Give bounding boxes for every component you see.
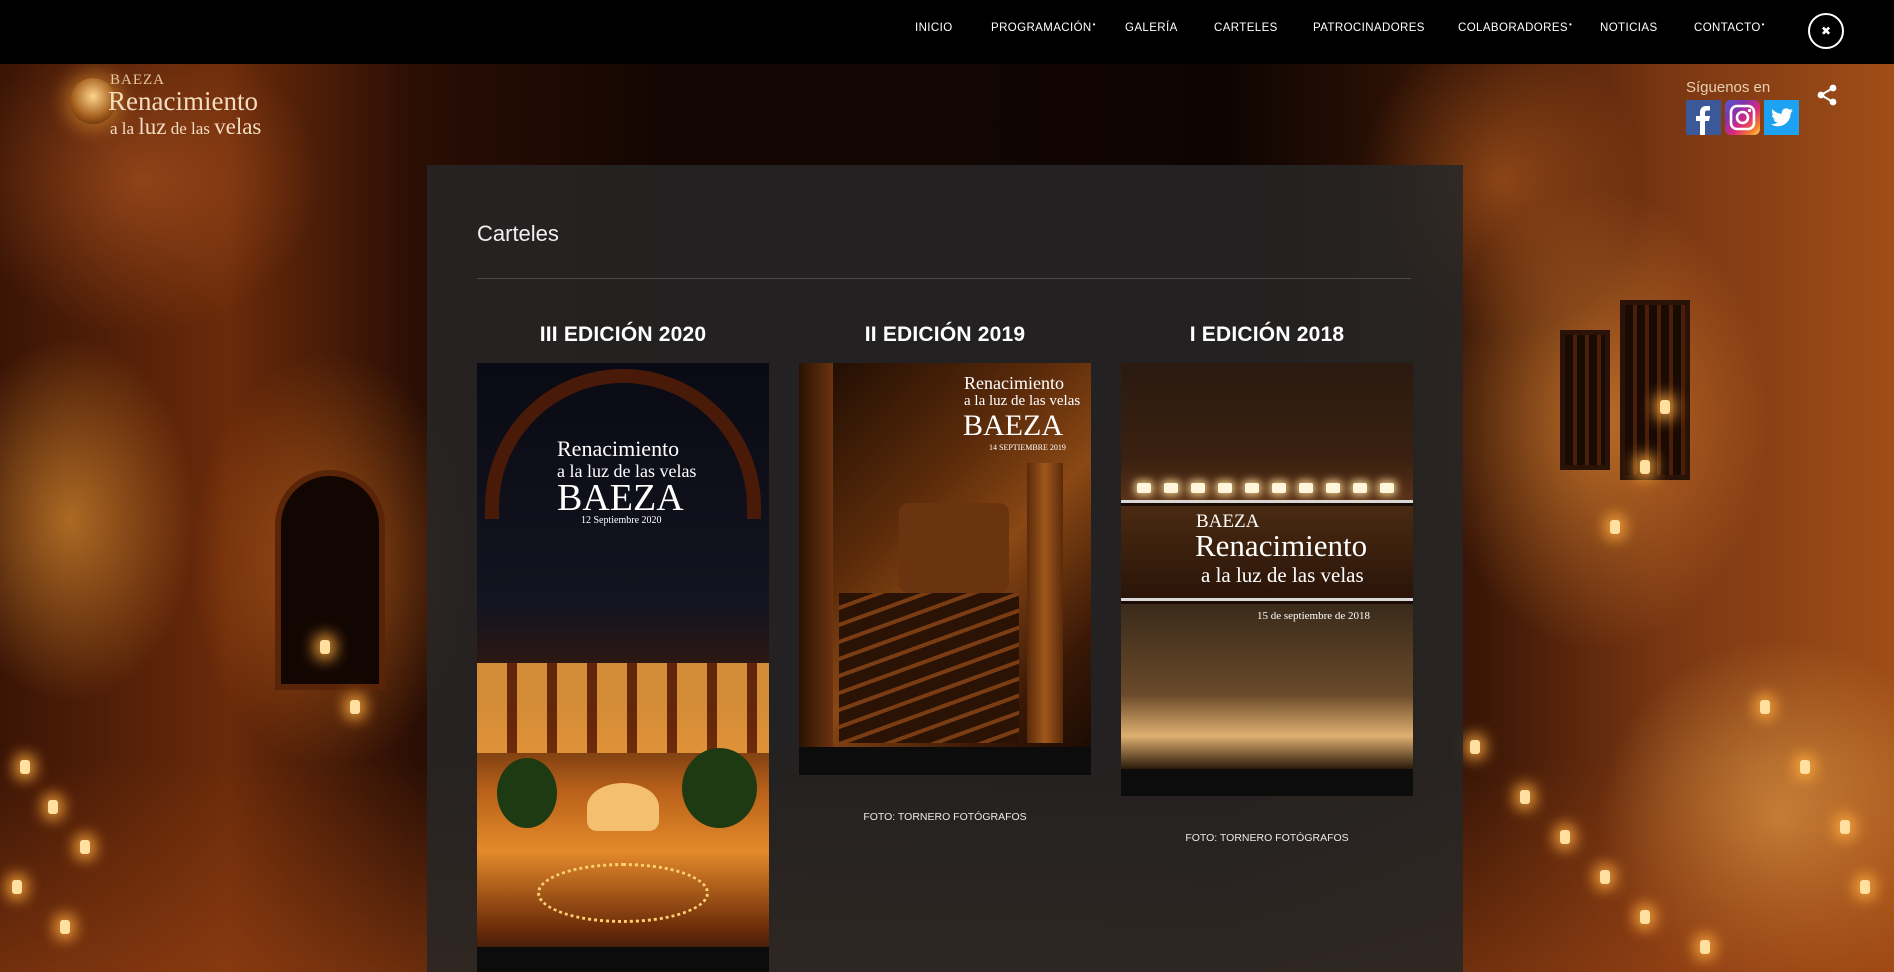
poster-image-2018[interactable]: BAEZA Renacimiento a la luz de las velas… [1121,363,1413,796]
poster-candle-ring [537,863,709,923]
candle-light [1700,940,1710,954]
poster-candle [1245,483,1259,493]
poster-candle [1299,483,1313,493]
poster-tree [497,758,557,828]
poster-line: BAEZA [557,477,684,519]
poster-line: Renacimiento [964,373,1064,393]
poster-inscription-band [1121,604,1413,769]
nav-item-inicio[interactable]: INICIO [915,22,953,34]
candle-light [1520,790,1530,804]
edition-title: II EDICIÓN 2019 [864,323,1026,346]
candle-light [1610,520,1620,534]
nav-item-patrocinadores[interactable]: PATROCINADORES [1313,22,1425,34]
candle-light [12,880,22,894]
candle-light [20,760,30,774]
background-window [1560,330,1610,470]
poster-pillar [1027,463,1063,743]
logo-title: Renacimiento [108,86,258,116]
poster-fountain [587,783,659,831]
background-doorway-arch [275,470,385,690]
candle-light [1600,870,1610,884]
candle-light [1470,740,1480,754]
close-icon: ✖ [1820,24,1832,38]
logo-subtitle: a la luz de las velas [110,114,262,139]
candle-light [48,800,58,814]
candle-light [1660,400,1670,414]
nav-item-programacion[interactable]: PROGRAMACIÓN• [991,20,1096,34]
poster-candle [1326,483,1340,493]
poster-candle [1218,483,1232,493]
twitter-icon[interactable] [1764,100,1799,135]
poster-column-2018: I EDICIÓN 2018 BAEZA Renacimiento a la l… [1121,323,1413,844]
poster-line: Renacimiento [1195,528,1368,563]
candle-light [1800,760,1810,774]
candle-light [350,700,360,714]
poster-line: 12 Septiembre 2020 [581,515,662,526]
nav-item-galeria[interactable]: GALERÍA [1125,22,1178,34]
background-window [1620,300,1690,480]
candle-light [320,640,330,654]
top-navigation-bar: INICIO PROGRAMACIÓN• GALERÍA CARTELES PA… [0,0,1894,64]
share-icon[interactable] [1816,84,1838,106]
poster-line: a la luz de las velas [1201,563,1364,587]
candle-light [1760,700,1770,714]
candle-light [1860,880,1870,894]
candle-light [1640,910,1650,924]
edition-title: III EDICIÓN 2020 [539,323,707,346]
poster-sponsor-strip [1121,769,1413,796]
poster-line: 14 SEPTIEMBRE 2019 [989,443,1066,452]
title-divider [477,278,1411,279]
poster-image-2019[interactable]: Renacimiento a la luz de las velas BAEZA… [799,363,1091,775]
poster-image-2020[interactable]: Renacimiento a la luz de las velas BAEZA… [477,363,769,972]
poster-column-2020: III EDICIÓN 2020 Renacimiento a la luz d… [477,323,769,972]
dropdown-caret-icon: • [1092,20,1096,29]
close-menu-button[interactable]: ✖ [1808,13,1844,49]
nav-item-noticias[interactable]: NOTICIAS [1600,22,1658,34]
page-title: Carteles [477,221,559,246]
dropdown-caret-icon: • [1569,20,1573,29]
site-logo[interactable]: BAEZA Renacimiento a la luz de las velas [70,72,270,139]
poster-stairs [839,593,1019,743]
nav-item-carteles[interactable]: CARTELES [1214,22,1278,34]
nav-item-colaboradores[interactable]: COLABORADORES• [1458,20,1573,34]
poster-sponsor-strip [799,747,1091,775]
candle-light [60,920,70,934]
poster-column [799,363,833,747]
poster-candle [1137,483,1151,493]
poster-line: Renacimiento [557,436,680,461]
poster-line: BAEZA [963,409,1063,442]
nav-item-contacto[interactable]: CONTACTO• [1694,20,1765,34]
poster-line: 15 de septiembre de 2018 [1257,610,1371,622]
photo-credit: FOTO: TORNERO FOTÓGRAFOS [863,811,1027,823]
follow-us-label: Síguenos en [1686,79,1771,96]
candle-light [1560,830,1570,844]
poster-candle [1164,483,1178,493]
poster-tree [682,748,757,828]
poster-candle [1191,483,1205,493]
poster-door-band [1121,363,1413,503]
edition-title: I EDICIÓN 2018 [1189,323,1345,346]
poster-column-2019: II EDICIÓN 2019 Renacimiento a la luz de… [799,323,1091,823]
poster-candle [1272,483,1286,493]
instagram-icon[interactable] [1725,100,1760,135]
poster-candle [1353,483,1367,493]
poster-candle [1380,483,1394,493]
photo-credit: FOTO: TORNERO FOTÓGRAFOS [1185,832,1349,844]
content-panel: Carteles III EDICIÓN 2020 Renacimiento a… [427,165,1463,972]
main-nav: INICIO PROGRAMACIÓN• GALERÍA CARTELES PA… [0,20,1894,38]
candle-light [1640,460,1650,474]
candle-light [80,840,90,854]
poster-line: a la luz de las velas [964,393,1081,409]
facebook-icon[interactable] [1686,100,1721,135]
poster-arcade [477,663,769,753]
candle-light [1840,820,1850,834]
poster-relief [899,503,1009,593]
poster-sponsor-strip [477,947,769,972]
dropdown-caret-icon: • [1761,20,1765,29]
